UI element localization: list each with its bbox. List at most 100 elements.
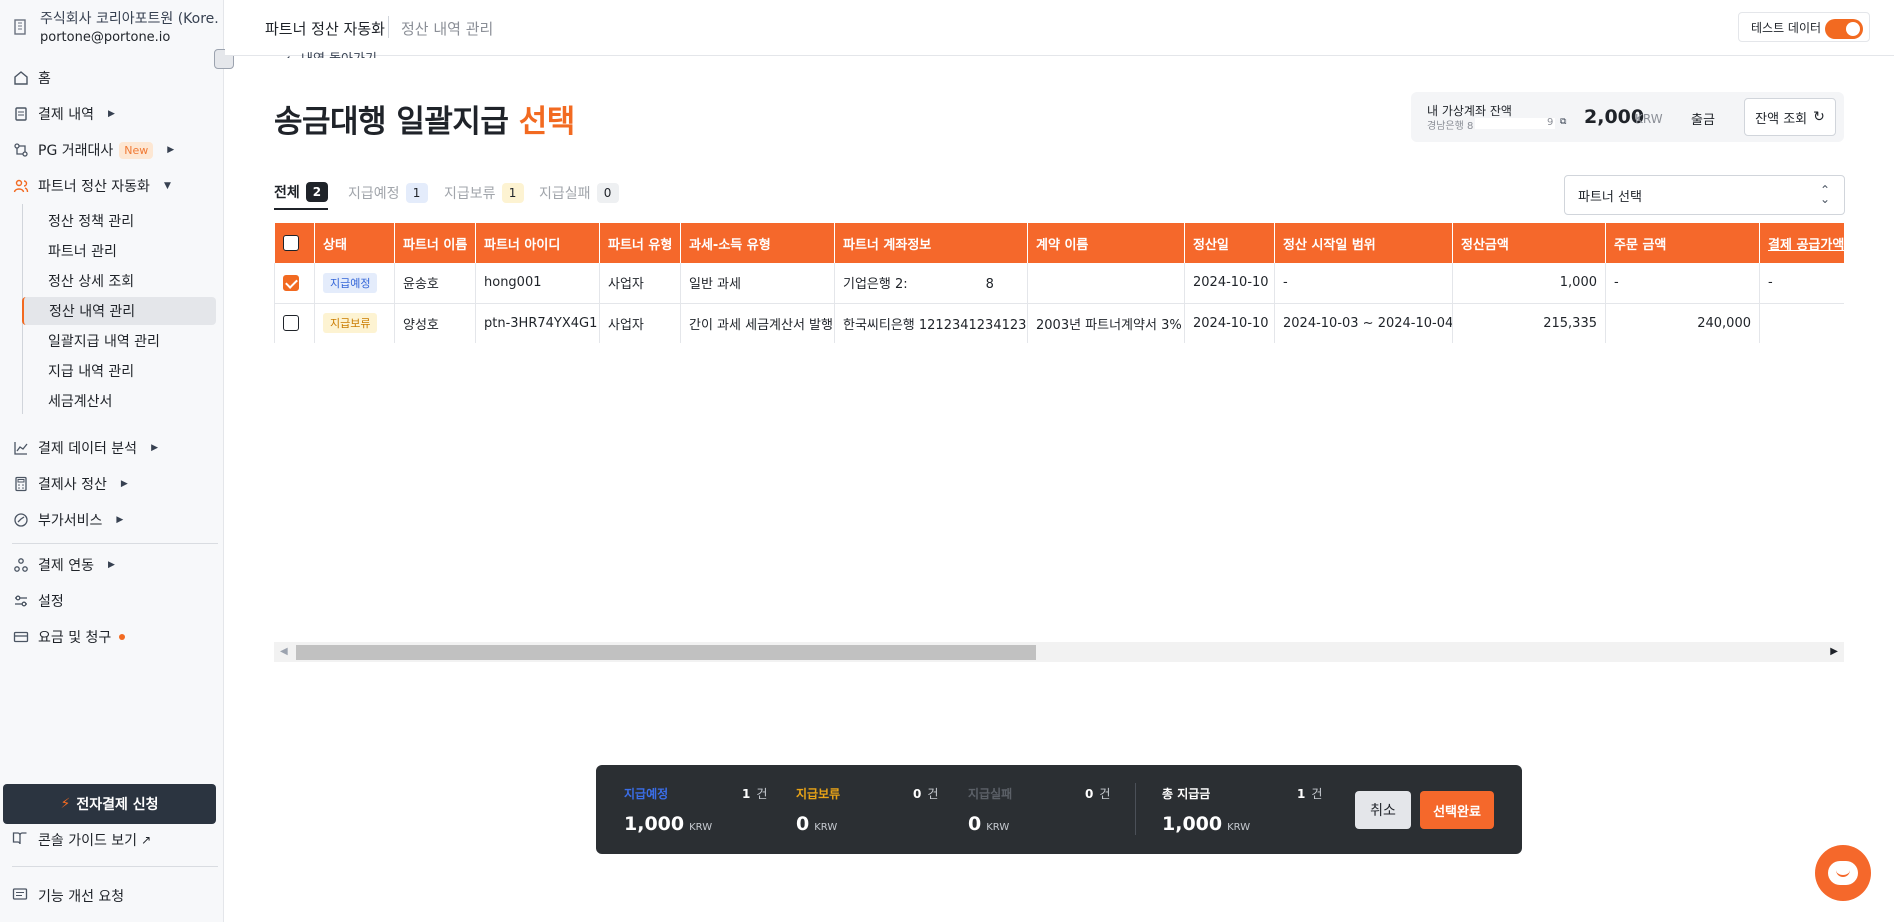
scroll-left-icon[interactable]: ◀ [280,646,288,657]
settlement-date-cell: 2024-10-10 [1184,303,1275,343]
org-email: portone@portone.io [40,30,171,45]
sidebar-item-settings[interactable]: 설정 [0,583,224,619]
tab-scheduled[interactable]: 지급예정 1 [348,176,428,210]
sidebar-item-analytics[interactable]: 결제 데이터 분석 ▶ [0,430,224,466]
row-checkbox[interactable] [283,274,299,291]
sidebar-item-integration[interactable]: 결제 연동 ▶ [0,547,224,583]
count-value: 1 [1297,787,1306,801]
caret-right-icon: ▶ [116,515,124,525]
summary-amount: 1,000 KRW [1162,813,1250,835]
summary-hold: 지급보류 0건 0 KRW [796,785,939,835]
sidebar-item-pg-settlement[interactable]: 결제사 정산 ▶ [0,466,224,502]
back-link[interactable]: ← 내역 돌아가기 [286,48,377,58]
currency-label: KRW [689,822,713,833]
sidebar-item-pg-reconcile[interactable]: PG 거래대사 New ▶ [0,132,224,168]
building-icon [14,19,26,35]
count-unit: 건 [756,787,768,801]
summary-count: 1건 [1297,785,1322,802]
summary-count: 0건 [1085,785,1110,802]
account-cell: 기업은행 2: 8 [834,263,1028,304]
compare-icon [12,141,30,159]
amount-value: 1,000 [1162,813,1223,835]
sidebar-item-label: PG 거래대사 [38,143,114,159]
chat-support-button[interactable] [1815,845,1871,901]
row-checkbox[interactable] [283,315,299,331]
sidebar-item-home[interactable]: 홈 [0,60,224,96]
submenu-settlement-detail[interactable]: 정산 상세 조회 [23,267,217,295]
table-row[interactable]: 지급예정 윤송호 hong001 사업자 일반 과세 기업은행 2: 8 2024… [274,263,1844,304]
test-data-toggle[interactable] [1825,19,1863,39]
submenu-bulk-payout[interactable]: 일괄지급 내역 관리 [23,327,217,355]
org-name: 주식회사 코리아포트원 (Kore... [40,11,220,27]
sidebar-item-payments[interactable]: 결제 내역 ▶ [0,96,224,132]
sidebar-item-label: 설정 [38,594,64,610]
submenu-partners[interactable]: 파트너 관리 [23,237,217,265]
page-title-main: 송금대행 일괄지급 [274,104,509,140]
sidebar-item-label: 결제사 정산 [38,477,107,493]
caret-right-icon: ▶ [120,479,128,489]
select-all-checkbox[interactable] [282,235,299,251]
tab-hold[interactable]: 지급보류 1 [444,176,524,210]
apply-payment-button[interactable]: ⚡ 전자결제 신청 [3,784,216,824]
scroll-right-icon[interactable]: ▶ [1830,646,1838,657]
breadcrumb-parent[interactable]: 파트너 정산 자동화 [265,18,385,39]
refresh-icon: ↻ [1813,109,1825,125]
org-switcher[interactable]: 주식회사 코리아포트원 (Kore... portone@portone.io [12,8,222,48]
sidebar-item-label: 결제 데이터 분석 [38,441,138,457]
column-header-sortable[interactable]: 결제 공급가액 [1759,223,1844,263]
column-header: 파트너 유형 [599,223,681,263]
tab-all[interactable]: 전체 2 [274,176,329,210]
submenu-settlement-history[interactable]: 정산 내역 관리 [22,297,216,325]
check-balance-button[interactable]: 잔액 조회 ↻ [1744,98,1836,136]
account-tail: 8 [985,277,994,293]
copy-icon[interactable]: ⧉ [1560,117,1566,127]
settlement-table: 상태 파트너 이름 파트너 아이디 파트너 유형 과세-소득 유형 파트너 계좌… [274,223,1844,343]
tab-failed[interactable]: 지급실패 0 [539,176,619,210]
sidebar-item-partner-settlement[interactable]: 파트너 정산 자동화 ▼ [0,168,224,204]
partner-select[interactable]: 파트너 선택 ⌃ ⌄ [1564,175,1845,215]
sidebar-item-billing[interactable]: 요금 및 청구 [0,619,224,655]
amount-value: 1,000 [624,813,685,835]
console-guide-link[interactable]: 콘솔 가이드 보기 ↗ [12,828,151,852]
submenu-tax-invoice[interactable]: 세금계산서 [23,387,217,415]
withdraw-button[interactable]: 출금 [1691,109,1715,128]
order-amount-cell: - [1605,263,1760,304]
supply-amount-cell [1759,303,1844,343]
amount-value: 0 [968,813,982,835]
tax-type-cell: 간이 과세 세금계산서 발행 [680,303,835,343]
column-header: 과세-소득 유형 [680,223,835,263]
sidebar: 주식회사 코리아포트원 (Kore... portone@portone.io … [0,0,234,922]
tab-label: 지급예정 [348,186,400,202]
summary-amount: 0 KRW [796,813,837,835]
count-unit: 건 [927,787,939,801]
submenu-payout-history[interactable]: 지급 내역 관리 [23,357,217,385]
integration-icon [12,556,30,574]
order-amount-cell: 240,000 [1605,303,1760,343]
feature-request-link[interactable]: 기능 개선 요청 [12,884,124,908]
partner-settlement-submenu: 정산 정책 관리 파트너 관리 정산 상세 조회 정산 내역 관리 일괄지급 내… [22,204,218,414]
count-value: 1 [742,787,751,801]
billing-icon [12,628,30,646]
settlement-amount-cell: 215,335 [1452,303,1606,343]
status-badge: 지급보류 [323,313,378,333]
date-range-cell: 2024-10-03 ~ 2024-10-04 [1274,303,1453,343]
horizontal-scrollbar[interactable]: ◀ ▶ [274,642,1844,662]
currency-label: KRW [814,822,838,833]
sidebar-item-label: 결제 연동 [38,558,94,574]
scrollbar-thumb[interactable] [296,645,1036,660]
status-badge: 지급예정 [323,272,378,293]
submenu-policy[interactable]: 정산 정책 관리 [23,207,217,235]
breadcrumb-current[interactable]: 정산 내역 관리 [401,18,493,39]
sidebar-item-services[interactable]: 부가서비스 ▶ [0,502,224,538]
calculator-icon [12,475,30,493]
cancel-button[interactable]: 취소 [1355,791,1411,829]
currency-label: KRW [986,822,1010,833]
count-value: 0 [1085,787,1094,801]
tab-count: 0 [596,183,619,203]
confirm-selection-button[interactable]: 선택완료 [1420,791,1494,829]
console-guide-label: 콘솔 가이드 보기 [38,833,138,849]
settlement-date-cell: 2024-10-10 [1184,263,1275,304]
contract-cell [1027,263,1185,304]
sidebar-divider [12,866,218,867]
table-row[interactable]: 지급보류 양성호 ptn-3HR74YX4G1 사업자 간이 과세 세금계산서 … [274,303,1844,343]
